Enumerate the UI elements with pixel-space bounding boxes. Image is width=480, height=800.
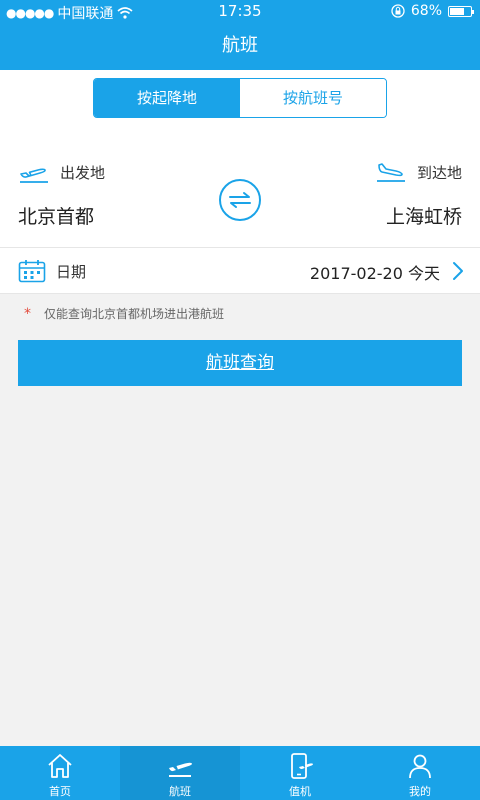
plane-icon — [169, 762, 193, 777]
user-icon — [409, 754, 431, 779]
arrival-label-group: 到达地 — [375, 160, 462, 184]
orientation-lock-icon — [391, 4, 405, 18]
nav-bar: 航班 — [0, 22, 480, 70]
search-mode-segmented-control: 按起降地 按航班号 — [93, 78, 387, 118]
arrival-city[interactable]: 上海虹桥 — [386, 202, 462, 229]
tab-checkin-label: 值机 — [289, 785, 311, 798]
swap-arrows-icon — [229, 192, 251, 208]
checkin-phone-icon — [291, 753, 313, 779]
plane-landing-icon — [376, 163, 405, 182]
content-background — [0, 332, 480, 746]
notice-text: 仅能查询北京首都机场进出港航班 — [44, 307, 225, 321]
battery-percent: 68% — [410, 3, 442, 19]
battery-fill — [450, 7, 464, 15]
calendar-icon — [18, 260, 46, 283]
date-label: 日期 — [56, 263, 87, 281]
departure-city[interactable]: 北京首都 — [18, 202, 94, 229]
plane-takeoff-icon — [20, 168, 48, 183]
spacer — [0, 134, 480, 144]
chevron-right-icon[interactable] — [452, 261, 464, 281]
date-row[interactable]: 日期 2017-02-20 今天 — [0, 248, 480, 294]
segment-by-flight-number[interactable]: 按航班号 — [240, 79, 386, 117]
route-section: 出发地 到达地 北京首都 上海虹桥 — [0, 144, 480, 248]
date-value[interactable]: 2017-02-20 今天 — [310, 260, 440, 284]
swap-cities-button[interactable] — [219, 179, 261, 221]
status-right: 68% — [391, 3, 474, 19]
departure-label-group: 出发地 — [18, 160, 105, 184]
home-icon — [48, 754, 72, 778]
notice-marker: * — [24, 306, 31, 322]
battery-icon — [448, 5, 474, 17]
status-bar: ●●●●● 中国联通 17:35 68% — [0, 0, 480, 22]
tab-profile-label: 我的 — [409, 785, 431, 798]
tab-bar: 首页 航班 值机 我的 — [0, 746, 480, 800]
segment-area: 按起降地 按航班号 — [0, 70, 480, 134]
tab-checkin[interactable]: 值机 — [240, 746, 360, 800]
tab-flights[interactable]: 航班 — [120, 746, 240, 800]
departure-label: 出发地 — [60, 163, 106, 182]
notice-bar: * 仅能查询北京首都机场进出港航班 — [0, 294, 480, 332]
flight-search-button[interactable]: 航班查询 — [18, 340, 462, 386]
arrival-label: 到达地 — [416, 163, 462, 182]
tab-flights-label: 航班 — [169, 785, 191, 798]
tab-home-label: 首页 — [49, 785, 71, 798]
segment-by-airport[interactable]: 按起降地 — [94, 79, 240, 117]
tab-profile[interactable]: 我的 — [360, 746, 480, 800]
page-title: 航班 — [222, 35, 258, 56]
tab-home[interactable]: 首页 — [0, 746, 120, 800]
